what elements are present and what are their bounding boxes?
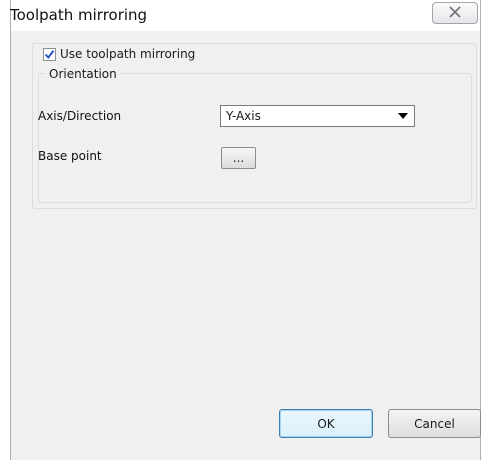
use-mirroring-label: Use toolpath mirroring — [60, 47, 196, 61]
cancel-button[interactable]: Cancel — [388, 409, 481, 438]
chevron-down-icon — [398, 113, 408, 119]
axis-direction-value: Y-Axis — [226, 109, 261, 123]
orientation-group — [38, 73, 472, 203]
use-mirroring-checkbox[interactable] — [43, 47, 56, 61]
close-button[interactable] — [432, 2, 478, 24]
axis-direction-label: Axis/Direction — [38, 109, 122, 123]
base-point-label: Base point — [38, 149, 102, 163]
axis-direction-select[interactable]: Y-Axis — [220, 105, 415, 127]
ok-button[interactable]: OK — [279, 409, 373, 438]
orientation-group-label: Orientation — [46, 67, 120, 81]
dialog-window: Toolpath mirroring Orientation Use toolp… — [0, 0, 489, 460]
check-icon — [44, 49, 55, 59]
window-frame-right — [480, 0, 489, 460]
window-frame-left — [0, 0, 11, 460]
base-point-button[interactable]: ... — [221, 147, 256, 169]
use-mirroring-checkbox-row[interactable]: Use toolpath mirroring — [43, 47, 199, 61]
dialog-client-area: Orientation Use toolpath mirroring Axis/… — [11, 31, 481, 460]
close-icon — [448, 4, 462, 22]
dialog-title: Toolpath mirroring — [10, 6, 148, 24]
